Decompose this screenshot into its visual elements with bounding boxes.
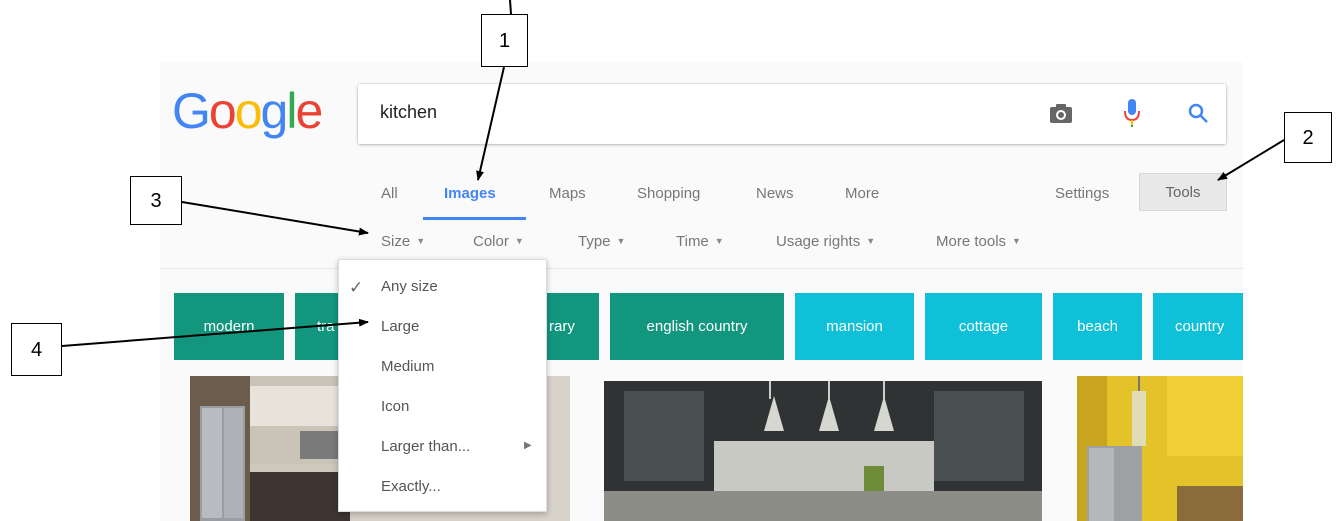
callout-1-tick xyxy=(509,0,512,15)
arrow-2 xyxy=(1217,139,1285,181)
arrow-4 xyxy=(61,318,369,347)
arrow-3 xyxy=(181,201,369,236)
annotation-arrows xyxy=(61,0,1285,347)
arrow-1 xyxy=(476,66,505,181)
